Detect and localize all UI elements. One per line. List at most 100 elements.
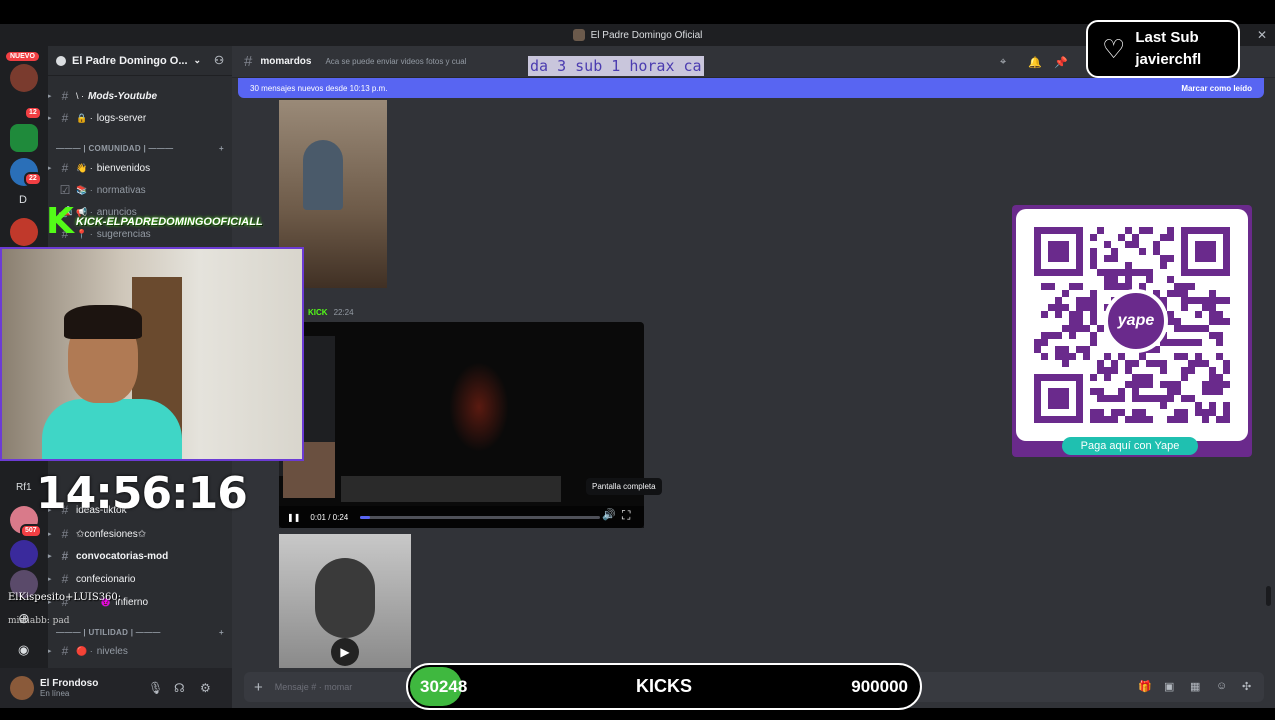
channel-item[interactable]: ▸ # \ · Mods-Youtube [48, 86, 232, 106]
server-letter-rf1[interactable]: Rf1 [16, 482, 32, 493]
hash-icon: # [244, 53, 253, 70]
channel-item[interactable]: ▸ # convocatorias-mod [48, 546, 232, 566]
fullscreen-tooltip: Pantalla completa [586, 478, 662, 495]
gear-icon[interactable]: ⚙ [200, 681, 211, 695]
apps-icon[interactable]: ✣ [1242, 680, 1251, 693]
sub-ticker: da 3 sub 1 horax ca [528, 56, 704, 76]
server-icon-4[interactable] [10, 218, 38, 246]
add-channel-icon[interactable]: + [219, 144, 224, 153]
webcam-overlay [0, 247, 304, 461]
channel-label: logs-server [96, 112, 147, 124]
qr-label: Paga aquí con Yape [1062, 437, 1198, 455]
last-sub-widget: ♡ Last Sub javierchfl [1086, 20, 1240, 78]
bell-icon[interactable]: 🔔 [1028, 56, 1042, 69]
message-time: 22:24 [333, 308, 354, 317]
avatar[interactable] [10, 676, 34, 700]
channel-label: Mods-Youtube [88, 90, 158, 102]
video-progress[interactable] [360, 516, 600, 519]
chevron-down-icon: ⌄ [193, 55, 202, 65]
fullscreen-icon[interactable]: ⛶ [622, 508, 630, 523]
caret-icon: ▸ [48, 93, 52, 100]
close-icon[interactable]: ✕ [1257, 28, 1267, 42]
caret-icon: ▸ [48, 531, 52, 538]
category-utilidad[interactable]: ——— | UTILIDAD | ——— + [56, 628, 224, 637]
goal-label: KICKS [635, 676, 692, 696]
rules-icon: ☑ [59, 183, 71, 197]
microphone-icon[interactable]: 🎙 [148, 681, 163, 695]
attach-plus-icon[interactable]: + [254, 679, 263, 696]
scrollbar[interactable] [1266, 586, 1271, 606]
window-title: El Padre Domingo Oficial [590, 29, 703, 41]
heart-icon: ♡ [1102, 34, 1126, 64]
channel-item[interactable]: ▸ # ✩confesiones✩ [48, 524, 232, 544]
kick-logo-icon: K [46, 201, 74, 242]
channel-item[interactable]: ▸ # confecionario [48, 569, 232, 589]
volume-icon[interactable]: 🔊 [602, 508, 616, 521]
discover-icon[interactable]: ◉ [18, 642, 29, 658]
add-channel-icon[interactable]: + [219, 628, 224, 637]
sticker-icon[interactable]: ▦ [1190, 680, 1200, 693]
emoji-icon[interactable]: ☺ [1216, 680, 1227, 692]
guild-name: El Padre Domingo O... [72, 54, 188, 67]
user-status: En línea [40, 689, 70, 698]
server-badge: 22 [24, 172, 42, 186]
goal-total: 900000 [851, 676, 908, 696]
caret-icon: ▸ [48, 648, 52, 655]
channel-label: normativas [96, 184, 146, 196]
server-badge: 12 [24, 106, 42, 120]
video-thumbnail-2[interactable]: ▶ [279, 534, 411, 668]
hash-icon: # [61, 572, 69, 586]
video-time: 0:01 / 0:24 [310, 512, 349, 522]
kicks-goal-bar: 30248 KICKS 900000 [406, 663, 922, 710]
play-icon[interactable]: ▶ [331, 638, 359, 666]
channel-item[interactable]: ▸ # 🔒 · logs-server [48, 108, 232, 128]
video-progress-fill [360, 516, 370, 519]
channel-item[interactable]: ▸ # 🔴 · niveles [48, 641, 232, 661]
threads-icon[interactable]: ⌖ [1000, 56, 1006, 69]
server-letter-d[interactable]: D [19, 194, 27, 206]
server-badge: 507 [20, 524, 42, 538]
qr-code: yape [1016, 209, 1248, 441]
new-messages-bar[interactable]: 30 mensajes nuevos desde 10:13 p.m. Marc… [238, 78, 1264, 98]
channel-item[interactable]: ☑ 📚 · normativas [48, 180, 232, 200]
video-player[interactable] [279, 322, 644, 528]
channel-label: confecionario [76, 573, 136, 585]
channel-label: ✩confesiones✩ [76, 528, 147, 540]
app-icon [572, 29, 585, 41]
channel-label: bienvenidos [96, 162, 151, 174]
composer-placeholder: Mensaje # · momar [274, 682, 353, 692]
caret-icon: ▸ [48, 576, 52, 583]
window-titlebar: El Padre Domingo Oficial ✕ [0, 24, 1275, 46]
mark-read-button[interactable]: Marcar como leído [1181, 84, 1252, 93]
hash-icon: # [61, 644, 69, 658]
guild-icon [56, 55, 66, 66]
caret-icon: ▸ [48, 165, 52, 172]
message-meta: KICK 22:24 [308, 308, 354, 317]
hash-icon: # [61, 161, 69, 175]
caret-icon: ▸ [48, 553, 52, 560]
caret-icon: ▸ [48, 115, 52, 122]
hash-icon: # [61, 549, 69, 563]
gif-icon[interactable]: ▣ [1164, 680, 1174, 693]
add-member-icon[interactable]: ⚇ [214, 54, 224, 67]
server-icon-6[interactable] [10, 540, 38, 568]
category-comunidad[interactable]: ——— | COMUNIDAD | ——— + [56, 144, 224, 153]
pin-icon[interactable]: 📌 [1054, 56, 1068, 69]
headphones-icon[interactable]: ☊ [174, 681, 185, 695]
channel-topic[interactable]: Aca se puede enviar videos fotos y cual [325, 57, 466, 66]
server-icon-kick[interactable] [10, 124, 38, 152]
hash-icon: # [61, 89, 69, 103]
hash-icon: # [61, 111, 69, 125]
message-author[interactable]: KICK [308, 308, 328, 317]
kick-banner: K KICK-ELPADREDOMINGOOFICIALL [46, 204, 263, 240]
pause-icon[interactable]: ❚❚ [287, 513, 300, 522]
user-name: El Frondoso [40, 678, 99, 689]
hash-icon: # [61, 527, 69, 541]
gift-icon[interactable]: 🎁 [1138, 680, 1152, 693]
channel-item[interactable]: ▸ # 👋 · bienvenidos [48, 158, 232, 178]
stream-chat-line-2: mishabb: pad [8, 616, 70, 626]
server-icon-1[interactable] [10, 64, 38, 92]
guild-header[interactable]: El Padre Domingo O... ⌄ ⚇ [48, 46, 232, 76]
nuevo-badge: NUEVO [6, 52, 39, 61]
last-sub-label: Last Sub [1135, 29, 1199, 46]
